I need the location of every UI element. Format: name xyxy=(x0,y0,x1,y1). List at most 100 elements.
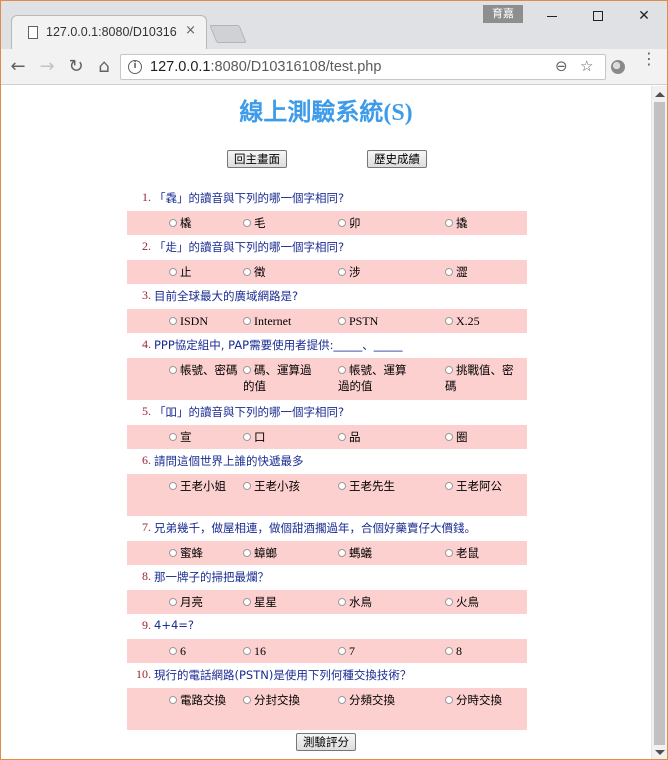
answer-option[interactable]: 蟑螂 xyxy=(243,545,277,561)
reload-icon[interactable]: ↻ xyxy=(63,54,89,80)
answer-option[interactable]: 王老阿公 xyxy=(445,478,502,494)
answer-option[interactable]: 王老先生 xyxy=(338,478,395,494)
scroll-down-icon[interactable] xyxy=(655,750,665,755)
zoom-icon[interactable]: ⊖ xyxy=(555,57,568,75)
answer-option[interactable]: X.25 xyxy=(445,313,480,329)
answer-option[interactable]: 帳號、密碼 xyxy=(169,362,239,378)
answer-option[interactable]: 王老小姐 xyxy=(169,478,239,494)
radio-button[interactable] xyxy=(169,481,177,490)
radio-button[interactable] xyxy=(243,267,251,276)
radio-button[interactable] xyxy=(445,548,453,557)
radio-button[interactable] xyxy=(169,432,177,441)
close-window-button[interactable]: ✕ xyxy=(621,3,667,29)
scroll-up-icon[interactable] xyxy=(655,92,665,97)
radio-button[interactable] xyxy=(445,432,453,441)
answer-option[interactable]: 挑戰值、密碼 xyxy=(445,362,515,394)
star-icon[interactable]: ☆ xyxy=(580,57,593,75)
answer-option[interactable]: 涉 xyxy=(338,264,361,280)
answer-option[interactable]: 老鼠 xyxy=(445,545,479,561)
radio-button[interactable] xyxy=(338,432,346,441)
radio-button[interactable] xyxy=(243,218,251,227)
back-arrow-icon[interactable]: ← xyxy=(5,54,31,80)
radio-button[interactable] xyxy=(338,695,346,704)
answer-option[interactable]: 分頻交換 xyxy=(338,692,395,708)
answer-option[interactable]: 口 xyxy=(243,429,266,445)
answer-option[interactable]: 橇 xyxy=(169,215,192,231)
answer-option[interactable]: 蜜蜂 xyxy=(169,545,203,561)
profile-badge[interactable]: 育嘉 xyxy=(483,5,523,23)
extension-icon[interactable] xyxy=(611,60,625,74)
minimize-button[interactable] xyxy=(529,3,575,29)
answer-option[interactable]: 火鳥 xyxy=(445,594,479,610)
vertical-scrollbar[interactable] xyxy=(651,86,667,759)
answer-option[interactable]: ISDN xyxy=(169,313,208,329)
browser-tab[interactable]: 127.0.0.1:8080/D10316 × xyxy=(11,15,207,49)
answer-option[interactable]: 螞蟻 xyxy=(338,545,372,561)
maximize-button[interactable] xyxy=(575,3,621,29)
submit-button[interactable]: 測驗評分 xyxy=(296,733,356,751)
radio-button[interactable] xyxy=(243,695,251,704)
answer-option[interactable]: 7 xyxy=(338,643,355,659)
address-bar[interactable]: i 127.0.0.1:8080/D10316108/test.php ⊖ ☆ xyxy=(120,54,606,80)
radio-button[interactable] xyxy=(243,365,251,374)
answer-option[interactable]: 圈 xyxy=(445,429,468,445)
answer-option[interactable]: 月亮 xyxy=(169,594,203,610)
answer-option[interactable]: 毛 xyxy=(243,215,266,231)
info-icon[interactable]: i xyxy=(128,60,142,74)
answer-option[interactable]: 帳號、運算過的值 xyxy=(338,362,408,394)
url-text[interactable]: 127.0.0.1:8080/D10316108/test.php xyxy=(150,59,381,75)
radio-button[interactable] xyxy=(445,646,453,655)
answer-option[interactable]: 碼、運算過的值 xyxy=(243,362,313,394)
answer-option[interactable]: 止 xyxy=(169,264,192,280)
answer-option[interactable]: 8 xyxy=(445,643,462,659)
tab-close-icon[interactable]: × xyxy=(185,23,196,38)
home-button[interactable]: 回主畫面 xyxy=(227,150,287,168)
radio-button[interactable] xyxy=(338,548,346,557)
answer-option[interactable]: 卯 xyxy=(338,215,361,231)
radio-button[interactable] xyxy=(338,646,346,655)
answer-option[interactable]: 撬 xyxy=(445,215,468,231)
answer-option[interactable]: 王老小孩 xyxy=(243,478,300,494)
forward-arrow-icon[interactable]: → xyxy=(34,54,60,80)
radio-button[interactable] xyxy=(243,548,251,557)
answer-option[interactable]: 16 xyxy=(243,643,266,659)
radio-button[interactable] xyxy=(243,316,251,325)
radio-button[interactable] xyxy=(169,365,177,374)
answer-option[interactable]: 水鳥 xyxy=(338,594,372,610)
radio-button[interactable] xyxy=(445,695,453,704)
radio-button[interactable] xyxy=(445,365,453,374)
answer-option[interactable]: 徵 xyxy=(243,264,266,280)
radio-button[interactable] xyxy=(445,597,453,606)
radio-button[interactable] xyxy=(243,646,251,655)
radio-button[interactable] xyxy=(445,481,453,490)
answer-option[interactable]: 分時交換 xyxy=(445,692,502,708)
menu-icon[interactable]: ⋮ xyxy=(641,51,657,67)
home-icon[interactable]: ⌂ xyxy=(91,54,117,80)
radio-button[interactable] xyxy=(169,218,177,227)
answer-option[interactable]: 星星 xyxy=(243,594,277,610)
scroll-thumb[interactable] xyxy=(654,102,665,745)
radio-button[interactable] xyxy=(445,316,453,325)
radio-button[interactable] xyxy=(338,267,346,276)
radio-button[interactable] xyxy=(243,481,251,490)
radio-button[interactable] xyxy=(169,316,177,325)
answer-option[interactable]: 6 xyxy=(169,643,186,659)
radio-button[interactable] xyxy=(169,646,177,655)
radio-button[interactable] xyxy=(243,597,251,606)
answer-option[interactable]: 電路交換 xyxy=(169,692,239,708)
answer-option[interactable]: 澀 xyxy=(445,264,468,280)
radio-button[interactable] xyxy=(169,695,177,704)
radio-button[interactable] xyxy=(338,481,346,490)
radio-button[interactable] xyxy=(169,267,177,276)
new-tab-button[interactable] xyxy=(209,25,247,43)
answer-option[interactable]: 宣 xyxy=(169,429,192,445)
radio-button[interactable] xyxy=(338,597,346,606)
history-button[interactable]: 歷史成績 xyxy=(367,150,427,168)
radio-button[interactable] xyxy=(338,365,346,374)
radio-button[interactable] xyxy=(338,218,346,227)
radio-button[interactable] xyxy=(243,432,251,441)
answer-option[interactable]: PSTN xyxy=(338,313,378,329)
radio-button[interactable] xyxy=(338,316,346,325)
radio-button[interactable] xyxy=(445,267,453,276)
answer-option[interactable]: 品 xyxy=(338,429,361,445)
